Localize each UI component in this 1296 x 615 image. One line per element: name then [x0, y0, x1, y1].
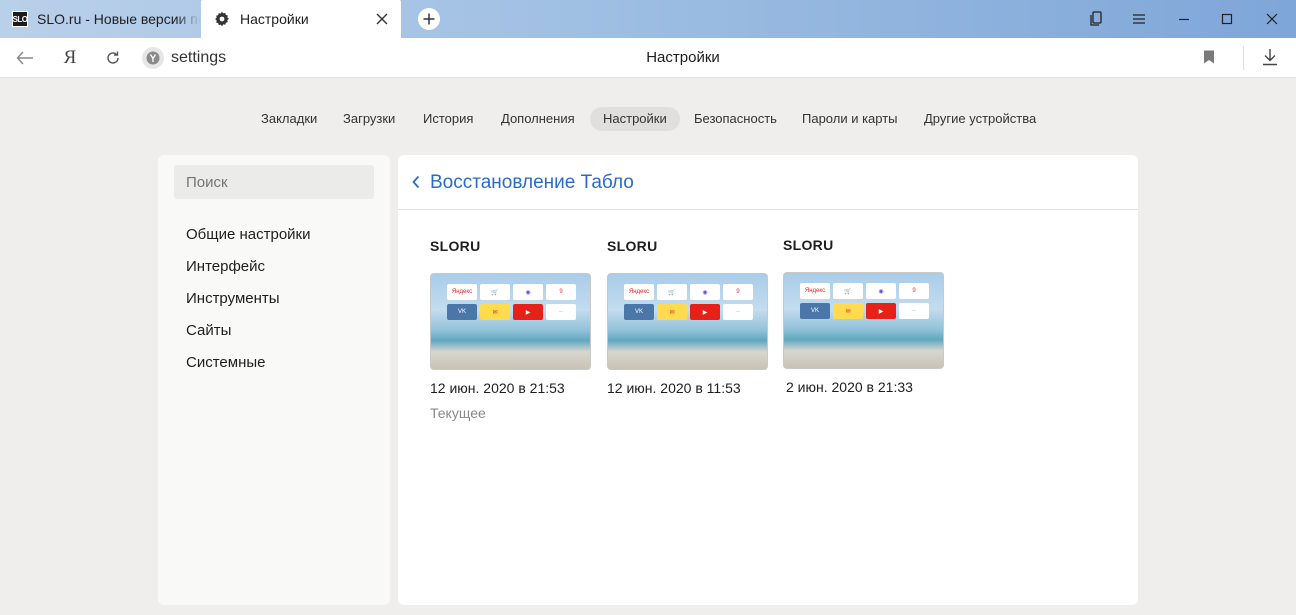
- yandex-icon[interactable]: Я: [60, 47, 80, 68]
- tab-sloru[interactable]: SLO SLO.ru - Новые версии по: [0, 0, 200, 38]
- yandex-tile-icon: Яндекс: [447, 284, 477, 300]
- gear-icon: [214, 11, 230, 27]
- download-icon[interactable]: [1262, 48, 1278, 71]
- search-input[interactable]: [174, 165, 374, 199]
- snapshot-thumbnail[interactable]: Яндекс 🛒 ◉ 9 VK ✉ ▶ ··: [430, 273, 591, 370]
- chevron-left-icon[interactable]: [412, 175, 420, 194]
- youtube-tile-icon: ▶: [690, 304, 720, 320]
- reload-icon[interactable]: [103, 48, 123, 68]
- back-arrow-icon[interactable]: [15, 48, 35, 68]
- close-icon[interactable]: [375, 12, 389, 26]
- sidebar-item-sites[interactable]: Сайты: [186, 322, 231, 339]
- vk-tile-icon: VK: [447, 304, 477, 320]
- youtube-tile-icon: ▶: [866, 303, 896, 319]
- maximize-button[interactable]: [1217, 9, 1237, 29]
- title-bar: SLO SLO.ru - Новые версии по Настройки: [0, 0, 1296, 38]
- minimize-button[interactable]: [1174, 9, 1194, 29]
- restore-panel: Восстановление Табло SLORU Яндекс 🛒 ◉ 9 VK ✉ ▶…: [398, 155, 1138, 605]
- snapshot-status: Текущее: [430, 405, 486, 421]
- snapshot-card[interactable]: SLORU Яндекс 🛒 ◉ 9 VK ✉ ▶ ·· 12 июн. 2020 в 21:…: [430, 238, 595, 421]
- new-tab-button[interactable]: [418, 8, 440, 30]
- sidebar-item-system[interactable]: Системные: [186, 354, 265, 371]
- market-tile-icon: 🛒: [833, 283, 863, 299]
- mail-tile-icon: ✉: [480, 304, 510, 320]
- tab-settings[interactable]: Настройки: [201, 0, 401, 38]
- nav-passwords[interactable]: Пароли и карты: [802, 107, 898, 131]
- alice-tile-icon: ◉: [513, 284, 543, 300]
- tab-title: SLO.ru - Новые версии по: [37, 11, 200, 27]
- nav-security[interactable]: Безопасность: [694, 107, 777, 131]
- news-tile-icon: ··: [899, 303, 929, 319]
- bookmark-icon[interactable]: [1203, 50, 1215, 69]
- nav-extensions[interactable]: Дополнения: [501, 107, 575, 131]
- nav-devices[interactable]: Другие устройства: [924, 107, 1036, 131]
- close-window-button[interactable]: [1262, 9, 1282, 29]
- tab-sync-icon[interactable]: [1086, 9, 1106, 29]
- youtube-tile-icon: ▶: [513, 304, 543, 320]
- mail-tile-icon: ✉: [657, 304, 687, 320]
- mail-tile-icon: ✉: [833, 303, 863, 319]
- url-field[interactable]: settings: [171, 49, 226, 67]
- snapshot-thumbnail[interactable]: Яндекс 🛒 ◉ 9 VK ✉ ▶ ··: [783, 272, 944, 369]
- snapshot-card[interactable]: SLORU Яндекс 🛒 ◉ 9 VK ✉ ▶ ·· 12 июн. 2020 в 11:…: [607, 238, 772, 396]
- slo-favicon-icon: SLO: [12, 11, 28, 27]
- snapshot-title: SLORU: [430, 238, 481, 254]
- snapshot-card[interactable]: SLORU Яндекс 🛒 ◉ 9 VK ✉ ▶ ·· 2 июн. 2020 в 21:3…: [783, 237, 948, 395]
- maps-tile-icon: 9: [899, 283, 929, 299]
- menu-icon[interactable]: [1129, 9, 1149, 29]
- nav-settings[interactable]: Настройки: [590, 107, 680, 131]
- snapshot-date: 2 июн. 2020 в 21:33: [786, 379, 913, 395]
- snapshot-title: SLORU: [607, 238, 658, 254]
- nav-bookmarks[interactable]: Закладки: [261, 107, 317, 131]
- market-tile-icon: 🛒: [480, 284, 510, 300]
- alice-tile-icon: ◉: [690, 284, 720, 300]
- vk-tile-icon: VK: [624, 304, 654, 320]
- nav-downloads[interactable]: Загрузки: [343, 107, 395, 131]
- sidebar-item-tools[interactable]: Инструменты: [186, 290, 280, 307]
- sidebar-item-general[interactable]: Общие настройки: [186, 226, 311, 243]
- alice-tile-icon: ◉: [866, 283, 896, 299]
- browser-logo-icon: [142, 47, 164, 69]
- nav-history[interactable]: История: [423, 107, 473, 131]
- market-tile-icon: 🛒: [657, 284, 687, 300]
- yandex-tile-icon: Яндекс: [624, 284, 654, 300]
- sidebar-item-interface[interactable]: Интерфейс: [186, 258, 265, 275]
- snapshot-date: 12 июн. 2020 в 21:53: [430, 380, 565, 396]
- snapshot-date: 12 июн. 2020 в 11:53: [607, 380, 741, 396]
- panel-header: Восстановление Табло: [398, 155, 1138, 210]
- snapshot-title: SLORU: [783, 237, 834, 253]
- news-tile-icon: ··: [723, 304, 753, 320]
- maps-tile-icon: 9: [546, 284, 576, 300]
- yandex-tile-icon: Яндекс: [800, 283, 830, 299]
- vk-tile-icon: VK: [800, 303, 830, 319]
- address-bar: Я settings Настройки: [0, 38, 1296, 78]
- panel-title[interactable]: Восстановление Табло: [430, 172, 634, 194]
- snapshot-thumbnail[interactable]: Яндекс 🛒 ◉ 9 VK ✉ ▶ ··: [607, 273, 768, 370]
- news-tile-icon: ··: [546, 304, 576, 320]
- settings-nav: Закладки Загрузки История Дополнения Нас…: [0, 107, 1296, 131]
- settings-sidebar: Общие настройки Интерфейс Инструменты Са…: [158, 155, 390, 605]
- maps-tile-icon: 9: [723, 284, 753, 300]
- divider: [1243, 46, 1244, 70]
- tab-title: Настройки: [240, 11, 309, 27]
